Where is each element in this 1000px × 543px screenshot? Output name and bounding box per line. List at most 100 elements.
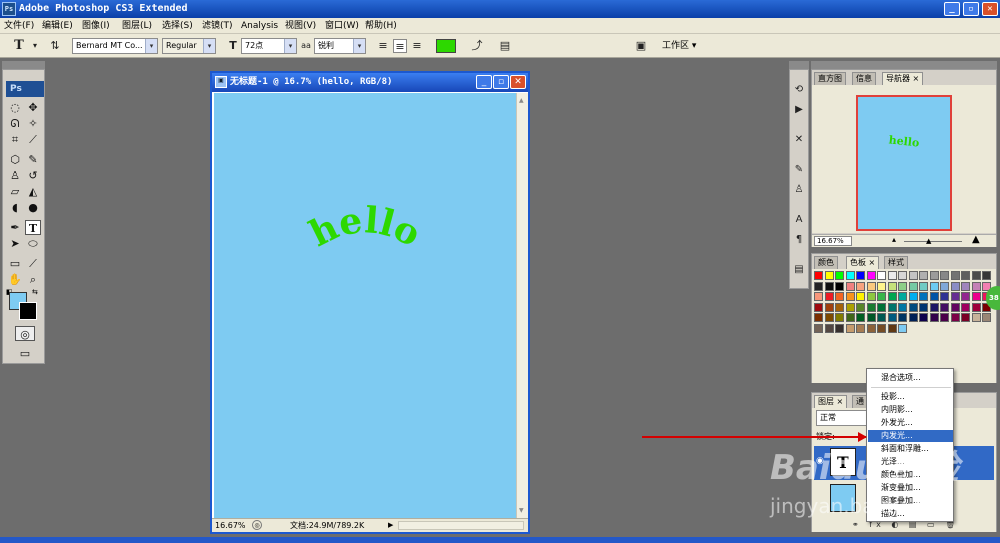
menu-filter[interactable]: 滤镜(T) — [202, 18, 233, 34]
menu-layer[interactable]: 图层(L) — [122, 18, 152, 34]
actions-panel-icon[interactable]: ▶ — [791, 102, 807, 118]
swatch-color[interactable] — [835, 292, 844, 301]
align-center-icon[interactable]: ≡ — [393, 39, 407, 53]
path-selection-icon[interactable]: ➤ — [7, 236, 23, 251]
swatch-color[interactable] — [845, 313, 855, 322]
zoom-slider-handle[interactable]: ▲ — [926, 237, 931, 245]
tab-styles[interactable]: 样式 — [884, 256, 908, 269]
swatch-color[interactable] — [866, 302, 876, 312]
font-size-select[interactable]: 72点 ▾ — [241, 38, 297, 54]
swatch-color[interactable] — [866, 292, 876, 301]
character-panel-icon[interactable]: A — [791, 212, 807, 228]
swatch-color[interactable] — [919, 271, 928, 280]
dock-header[interactable] — [789, 61, 809, 69]
swatch-color[interactable] — [887, 302, 897, 312]
tab-navigator[interactable]: 导航器 × — [882, 72, 924, 85]
paint-bucket-icon[interactable]: ◭ — [25, 184, 41, 199]
doc-minimize-button[interactable]: _ — [476, 75, 492, 89]
swatch-color[interactable] — [971, 292, 981, 301]
swatch-color[interactable] — [877, 302, 886, 312]
swatch-color[interactable] — [929, 302, 939, 312]
tool-preset-chevron-icon[interactable]: ▾ — [28, 39, 42, 53]
menu-item-blending-options[interactable]: 混合选项... — [868, 372, 953, 384]
swatch-color[interactable] — [940, 271, 949, 280]
zoom-in-icon[interactable]: ▲ — [972, 234, 980, 245]
swatch-color[interactable] — [919, 313, 928, 322]
doc-maximize-button[interactable]: ▫ — [493, 75, 509, 89]
swatch-color[interactable] — [856, 313, 865, 322]
zoom-out-icon[interactable]: ▴ — [892, 235, 896, 244]
blend-mode-select[interactable]: 正常 — [816, 410, 868, 426]
tab-info[interactable]: 信息 — [852, 72, 876, 85]
menu-help[interactable]: 帮助(H) — [365, 18, 397, 34]
swatch-color[interactable] — [835, 302, 844, 312]
swatch-color[interactable] — [908, 302, 918, 312]
blur-tool-icon[interactable]: ◖ — [7, 200, 23, 215]
align-left-icon[interactable]: ≡ — [376, 39, 390, 53]
swatch-color[interactable] — [856, 323, 865, 333]
swatch-color[interactable] — [982, 313, 991, 322]
swatch-color[interactable] — [961, 281, 970, 291]
swatch-color[interactable] — [940, 281, 949, 291]
swatch-color[interactable] — [887, 323, 897, 333]
warp-text-icon[interactable]: ⤴ — [470, 39, 484, 53]
swatch-color[interactable] — [898, 313, 907, 322]
swatch-color[interactable] — [877, 323, 886, 333]
font-style-select[interactable]: Regular ▾ — [162, 38, 216, 54]
menu-edit[interactable]: 编辑(E) — [42, 18, 73, 34]
brush-tool-icon[interactable]: ✎ — [25, 152, 41, 167]
navigator-zoom-field[interactable]: 16.67% — [814, 236, 852, 246]
swatch-color[interactable] — [856, 292, 865, 301]
history-panel-icon[interactable]: ⟲ — [791, 82, 807, 98]
close-button[interactable]: ✕ — [982, 2, 998, 16]
navigator-preview[interactable]: hello — [856, 95, 952, 231]
screen-mode-icon[interactable]: ▭ — [15, 346, 35, 361]
slice-tool-icon[interactable]: ⟋ — [25, 132, 41, 147]
swatch-color[interactable] — [919, 281, 928, 291]
swatch-color[interactable] — [845, 271, 855, 280]
menu-image[interactable]: 图像(I) — [82, 18, 110, 34]
swatch-color[interactable] — [877, 313, 886, 322]
swatch-color[interactable] — [919, 302, 928, 312]
swatch-color[interactable] — [866, 323, 876, 333]
history-brush-icon[interactable]: ↺ — [25, 168, 41, 183]
swatch-color[interactable] — [950, 313, 960, 322]
swatch-color[interactable] — [898, 281, 907, 291]
swatch-color[interactable] — [929, 281, 939, 291]
swatch-color[interactable] — [835, 313, 844, 322]
swatch-color[interactable] — [950, 281, 960, 291]
clone-stamp-icon[interactable]: ♙ — [7, 168, 23, 183]
swatch-color[interactable] — [940, 313, 949, 322]
menu-view[interactable]: 视图(V) — [285, 18, 316, 34]
swatch-color[interactable] — [814, 281, 823, 291]
swatch-color[interactable] — [866, 281, 876, 291]
swatch-color[interactable] — [887, 292, 897, 301]
minimize-button[interactable]: _ — [944, 2, 960, 16]
status-menu-arrow-icon[interactable]: ▶ — [388, 519, 393, 532]
brushes-panel-icon[interactable]: ✎ — [791, 162, 807, 178]
pen-tool-icon[interactable]: ✒ — [7, 220, 23, 235]
scroll-down-arrow-icon[interactable]: ▼ — [519, 507, 524, 514]
swatch-color[interactable] — [908, 271, 918, 280]
eyedropper-icon[interactable]: ⟋ — [25, 256, 41, 271]
text-orientation-icon[interactable]: ⇅ — [48, 39, 62, 53]
swatch-color[interactable] — [908, 292, 918, 301]
shape-tool-icon[interactable]: ⬭ — [25, 236, 41, 251]
swatch-color[interactable] — [961, 292, 970, 301]
menu-item-outer-glow[interactable]: 外发光... — [868, 417, 953, 429]
type-tool-icon[interactable]: T — [25, 220, 41, 235]
swatch-color[interactable] — [908, 281, 918, 291]
quick-mask-icon[interactable]: ◎ — [15, 326, 35, 341]
paragraph-panel-icon[interactable]: ¶ — [791, 232, 807, 248]
panel-column-header[interactable] — [811, 61, 997, 69]
swatch-color[interactable] — [971, 313, 981, 322]
swatch-color[interactable] — [877, 292, 886, 301]
swatch-color[interactable] — [971, 302, 981, 312]
menu-select[interactable]: 选择(S) — [162, 18, 193, 34]
healing-brush-icon[interactable]: ⬡ — [7, 152, 23, 167]
close-icon[interactable]: × — [869, 258, 876, 267]
swatch-color[interactable] — [950, 271, 960, 280]
swatch-color[interactable] — [929, 292, 939, 301]
swatch-color[interactable] — [898, 323, 907, 333]
tab-layers[interactable]: 图层 × — [814, 395, 848, 408]
